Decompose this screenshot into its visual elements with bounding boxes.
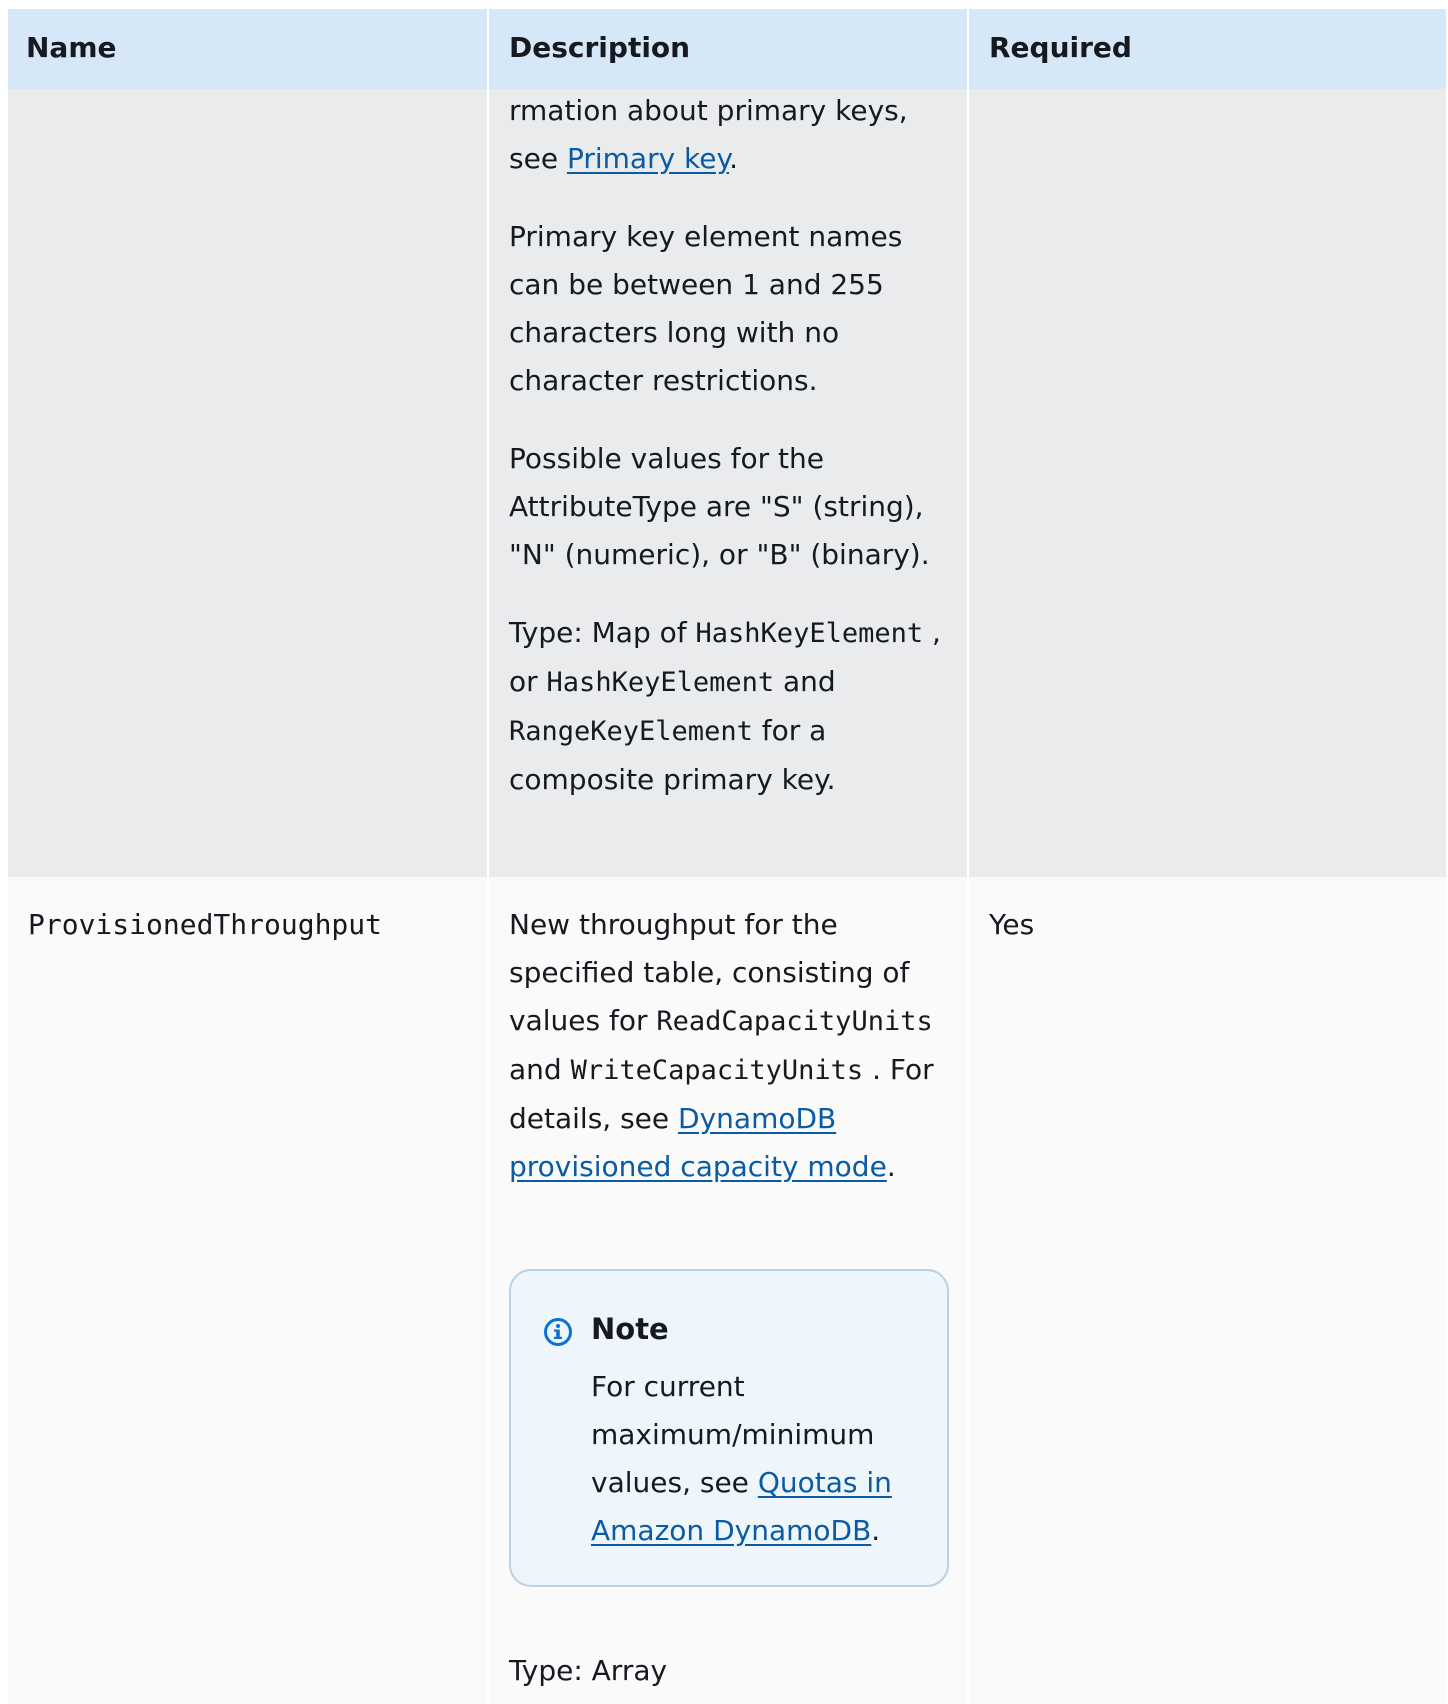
text-span: . [729, 142, 738, 175]
text-span: . [871, 1514, 881, 1547]
code-hashkeyelement: HashKeyElement [695, 618, 924, 649]
code-rangekeyelement: RangeKeyElement [509, 716, 753, 747]
column-divider [967, 89, 969, 877]
parameters-table: Name Description Required rmation about … [8, 9, 1446, 1704]
note-callout: Note For current maximum/minimum values,… [509, 1269, 949, 1587]
description-paragraph: Primary key element names can be between… [509, 220, 903, 397]
column-divider [967, 9, 969, 89]
text-span: and [509, 1053, 571, 1086]
text-span: . [886, 1150, 896, 1183]
note-body: For current maximum/minimum values, see … [591, 1363, 921, 1555]
code-hashkeyelement: HashKeyElement [546, 667, 775, 698]
header-cell-required: Required [969, 9, 1446, 89]
description-paragraph: rmation about primary keys, see Primary … [509, 87, 949, 183]
code-readcapacityunits: ReadCapacityUnits [656, 1006, 933, 1037]
column-divider [967, 877, 969, 1704]
required-cell [969, 89, 1446, 877]
description-content: rmation about primary keys, see Primary … [509, 87, 949, 834]
table-header-row: Name Description Required [8, 9, 1446, 89]
text-span: Type: Map of [509, 616, 696, 649]
header-cell-name: Name [8, 9, 488, 89]
table-row: ProvisionedThroughput New throughput for… [8, 877, 1446, 1704]
parameter-name: ProvisionedThroughput [28, 908, 383, 941]
info-icon [544, 1318, 572, 1346]
header-description-label: Description [509, 31, 691, 64]
description-paragraph: Possible values for the AttributeType ar… [509, 442, 930, 571]
type-paragraph: Type: Map of HashKeyElement , or HashKey… [509, 609, 949, 804]
type-label: Type: Array [509, 1654, 668, 1687]
note-title: Note [591, 1312, 669, 1346]
name-cell: ProvisionedThroughput [8, 877, 488, 1704]
required-value: Yes [989, 908, 1035, 941]
description-paragraph: New throughput for the specified table, … [509, 901, 949, 1191]
description-cell: rmation about primary keys, see Primary … [489, 89, 968, 877]
description-content: New throughput for the specified table, … [509, 901, 949, 1221]
name-cell [8, 89, 488, 877]
column-divider [487, 9, 489, 89]
code-writecapacityunits: WriteCapacityUnits [570, 1055, 864, 1086]
required-cell: Yes [969, 877, 1446, 1704]
text-span: and [774, 665, 836, 698]
table-row: rmation about primary keys, see Primary … [8, 89, 1446, 877]
header-name-label: Name [26, 31, 117, 64]
header-cell-description: Description [489, 9, 968, 89]
column-divider [487, 877, 489, 1704]
header-required-label: Required [989, 31, 1132, 64]
description-cell: New throughput for the specified table, … [489, 877, 968, 1704]
column-divider [487, 89, 489, 877]
primary-key-link[interactable]: Primary key [567, 142, 729, 175]
